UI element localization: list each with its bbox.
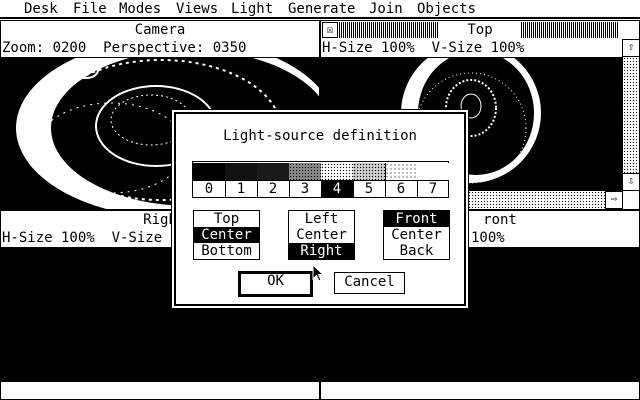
shade-number-6[interactable]: 6 — [385, 181, 418, 197]
shade-number-5[interactable]: 5 — [353, 181, 386, 197]
shade-number-0[interactable]: 0 — [193, 181, 226, 197]
shade-swatch-6[interactable] — [385, 163, 418, 181]
right-status-strip — [1, 381, 319, 399]
top-title: Top — [467, 22, 493, 38]
option-center-vertical[interactable]: Center — [194, 227, 259, 243]
option-left[interactable]: Left — [289, 211, 354, 227]
vertical-position-group: Top Center Bottom — [193, 210, 260, 260]
option-center-depth[interactable]: Center — [384, 227, 449, 243]
option-back[interactable]: Back — [384, 243, 449, 259]
menu-file[interactable]: File — [73, 1, 107, 18]
shade-swatch-7[interactable] — [417, 163, 449, 181]
top-vertical-scrollbar[interactable]: ⇧ ⇩ — [622, 39, 640, 191]
ok-button[interactable]: OK — [238, 271, 313, 297]
shade-number-2[interactable]: 2 — [257, 181, 290, 197]
shade-number-7[interactable]: 7 — [417, 181, 449, 197]
cancel-button[interactable]: Cancel — [334, 272, 405, 294]
mouse-pointer-icon — [312, 264, 325, 282]
option-top[interactable]: Top — [194, 211, 259, 227]
shade-number-4-selected[interactable]: 4 — [321, 181, 354, 197]
menu-modes[interactable]: Modes — [119, 1, 161, 18]
menu-generate[interactable]: Generate — [288, 1, 355, 18]
shade-number-1[interactable]: 1 — [225, 181, 258, 197]
shade-swatch-0[interactable] — [193, 163, 226, 181]
scroll-down-icon[interactable]: ⇩ — [622, 173, 640, 191]
option-right[interactable]: Right — [289, 243, 354, 259]
menu-join[interactable]: Join — [369, 1, 403, 18]
scroll-up-icon[interactable]: ⇧ — [622, 39, 640, 57]
camera-info-line: Zoom: 0200 Perspective: 0350 — [1, 39, 319, 58]
right-title: Righ — [143, 212, 177, 228]
option-center-horizontal[interactable]: Center — [289, 227, 354, 243]
menu-bar: Desk File Modes Views Light Generate Joi… — [0, 0, 640, 19]
front-title: ront — [483, 212, 517, 228]
top-info-line: H-Size 100% V-Size 100% — [321, 39, 639, 58]
menu-views[interactable]: Views — [176, 1, 218, 18]
shade-number-3[interactable]: 3 — [289, 181, 322, 197]
shade-swatch-2[interactable] — [257, 163, 290, 181]
menu-objects[interactable]: Objects — [417, 1, 476, 18]
depth-position-group: Front Center Back — [383, 210, 450, 260]
scroll-right-icon[interactable]: ⇨ — [605, 191, 623, 209]
shade-swatch-3[interactable] — [289, 163, 322, 181]
shade-swatch-4[interactable] — [321, 163, 354, 181]
shade-swatch-1[interactable] — [225, 163, 258, 181]
camera-title: Camera — [134, 22, 186, 38]
menu-light[interactable]: Light — [231, 1, 273, 18]
dialog-title: Light-source definition — [223, 128, 417, 144]
option-bottom[interactable]: Bottom — [194, 243, 259, 259]
menu-desk[interactable]: Desk — [24, 1, 58, 18]
horizontal-position-group: Left Center Right — [288, 210, 355, 260]
shade-swatch-5[interactable] — [353, 163, 386, 181]
front-status-strip — [321, 381, 639, 399]
camera-title-bar[interactable]: Camera — [1, 21, 319, 40]
option-front[interactable]: Front — [384, 211, 449, 227]
close-icon[interactable]: ☒ — [322, 22, 338, 38]
title-stripes-right — [521, 22, 619, 38]
title-stripes-left — [339, 22, 439, 38]
top-title-bar[interactable]: ☒ Top — [321, 21, 639, 40]
